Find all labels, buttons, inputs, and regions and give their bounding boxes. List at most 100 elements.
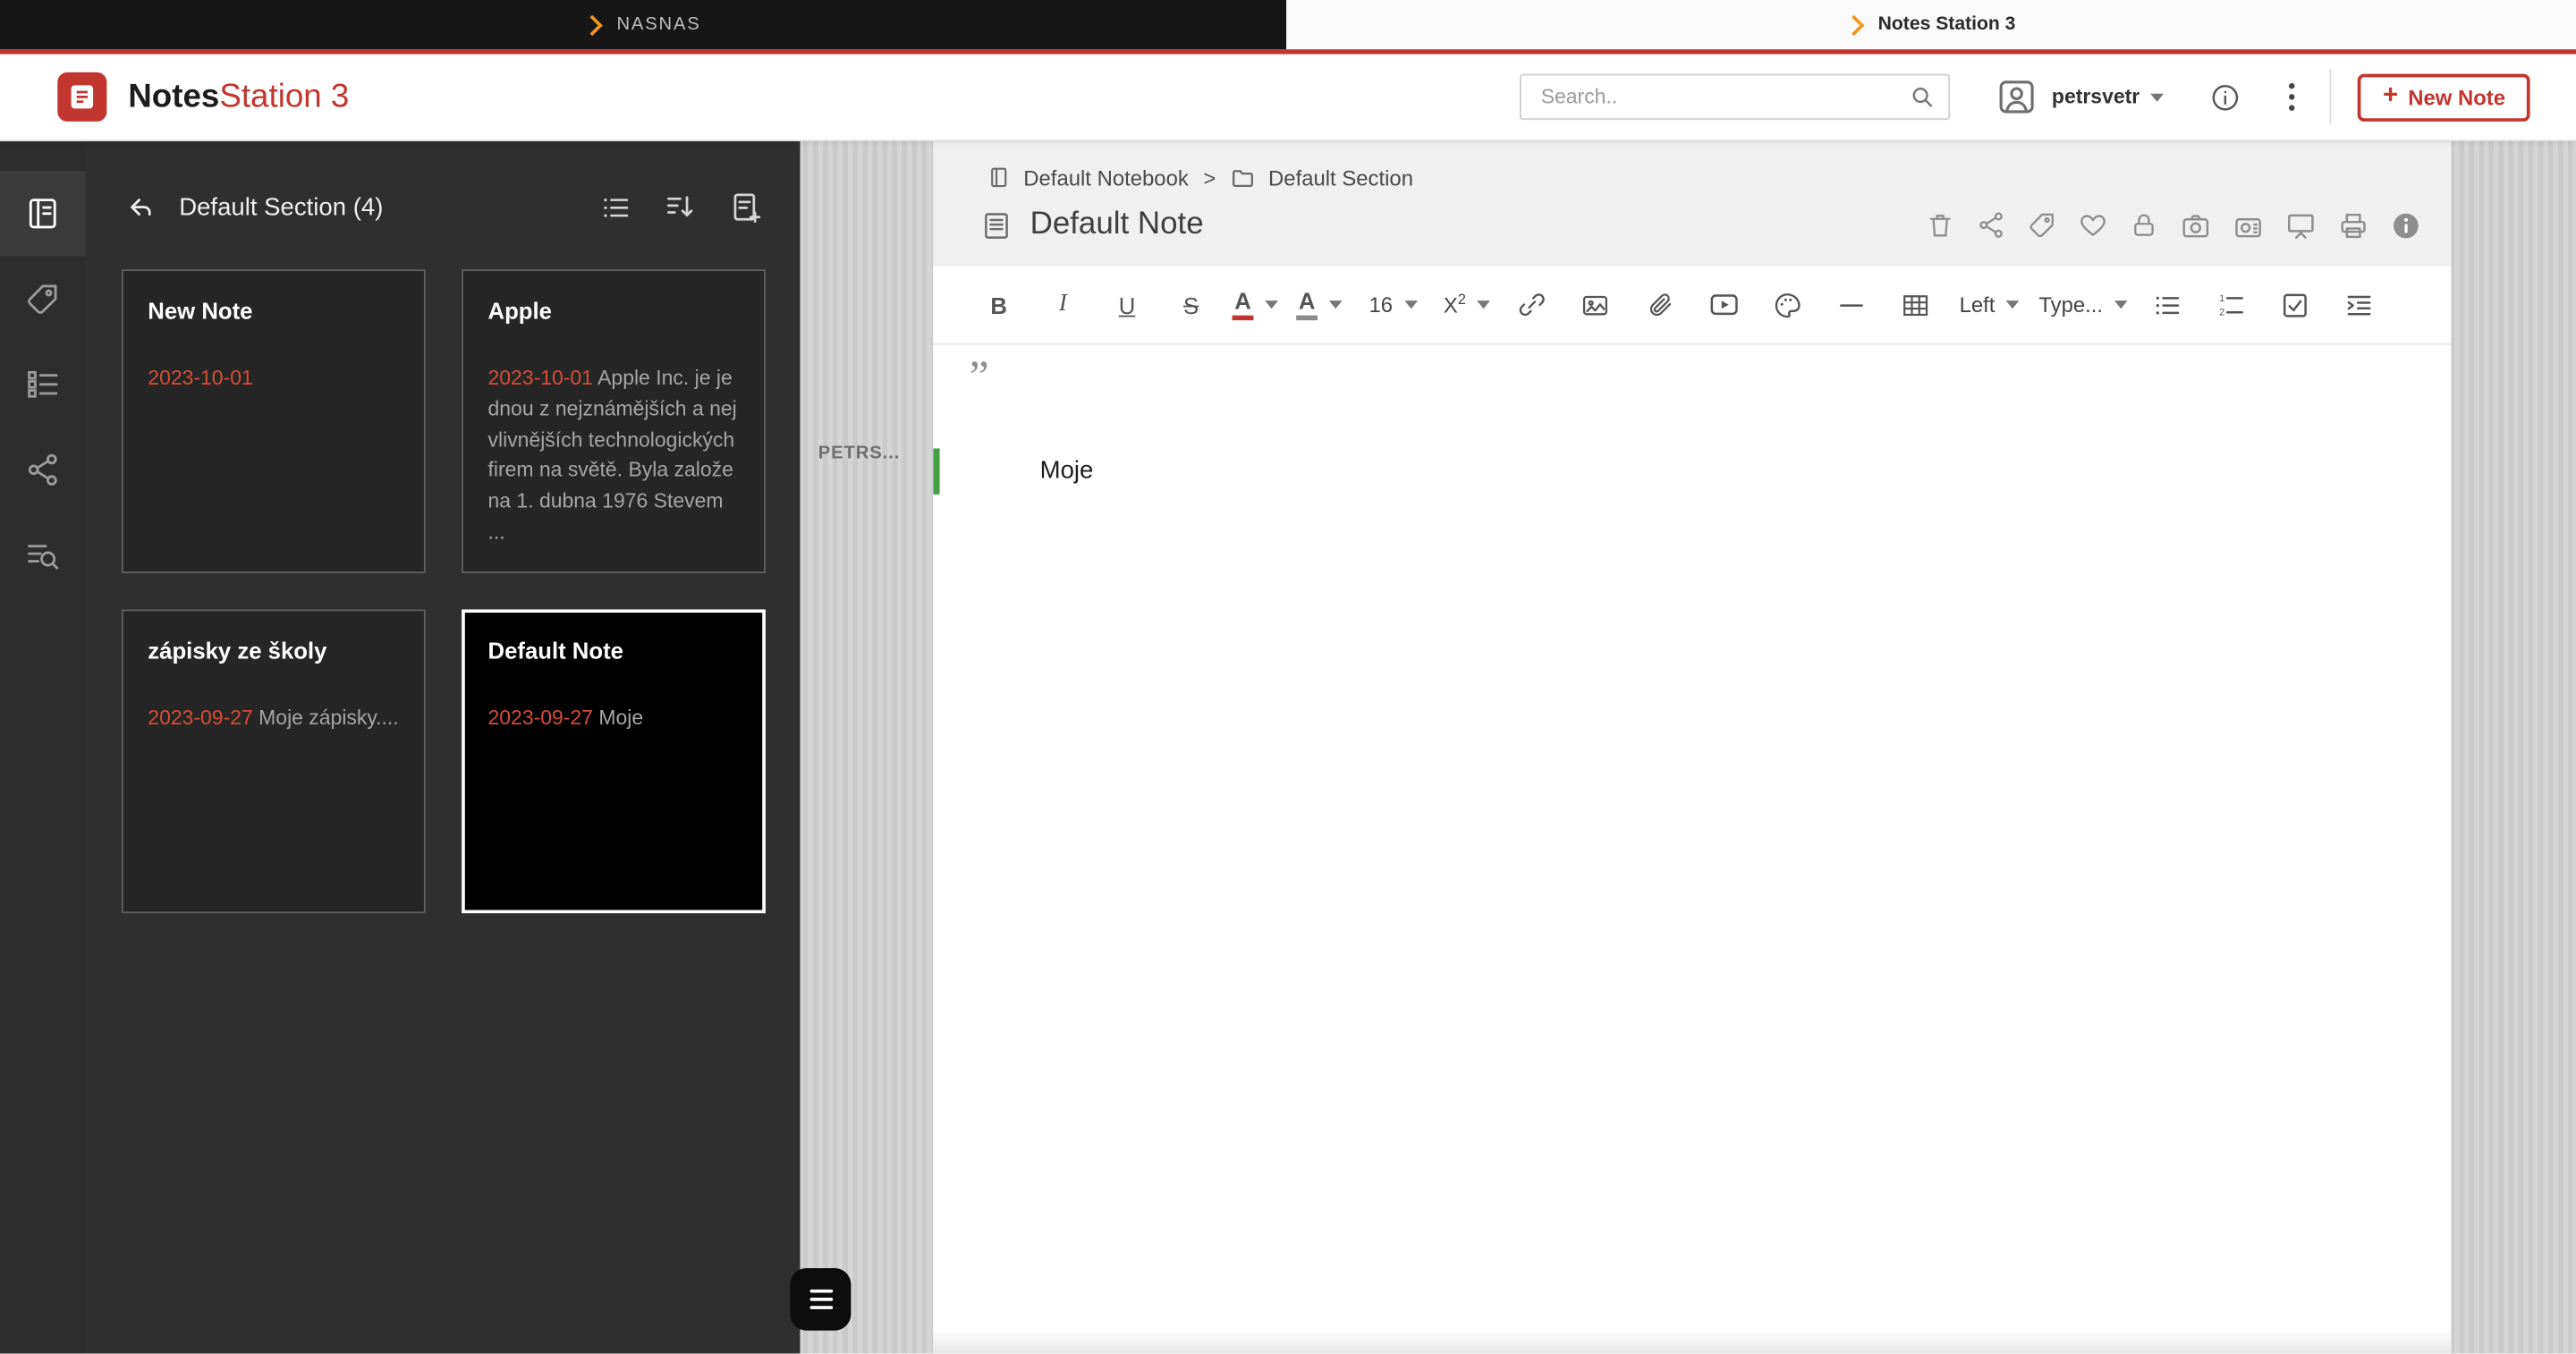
note-card-selected[interactable]: Default Note 2023-09-27 Moje [462,609,766,913]
strikethrough-button[interactable]: S [1166,280,1216,329]
hamburger-icon [809,1290,833,1293]
list-view-icon[interactable] [599,191,631,223]
notes-station-logo[interactable] [57,72,106,122]
bullet-list-button[interactable] [2142,280,2191,329]
youtube-button[interactable] [1699,280,1748,329]
more-options-button[interactable] [2288,80,2298,114]
sort-icon[interactable] [664,190,697,224]
chevron-down-icon [1478,300,1491,309]
palette-button[interactable] [1763,280,1812,329]
note-card-preview: Moje zápisky.... [258,707,399,730]
editor-header: Default Notebook > Default Section Defau… [933,141,2451,267]
blockquote-icon[interactable]: ” [970,355,989,400]
chevron-down-icon [2114,300,2128,309]
editor-canvas[interactable]: ” Moje [933,345,2451,1354]
note-title-row: Default Note [981,207,2422,242]
nav-shared-button[interactable] [0,427,86,513]
search-box[interactable] [1520,74,1950,120]
presentation-icon[interactable] [2285,209,2317,241]
horizontal-rule-button[interactable] [1826,280,1876,329]
bold-button[interactable]: B [974,280,1023,329]
breadcrumb-notebook[interactable]: Default Notebook [1023,165,1189,190]
note-card-meta: 2023-10-01 Apple Inc. je jednou z nejzná… [488,363,740,548]
note-card-meta: 2023-10-01 [148,363,399,394]
info-button[interactable] [2210,81,2241,113]
nav-notebooks-button[interactable] [0,171,86,257]
note-card-meta: 2023-09-27 Moje zápisky.... [148,703,399,733]
heart-icon[interactable] [2078,210,2107,240]
tab-label: Notes Station 3 [1878,15,2016,35]
align-dropdown[interactable]: Left [1955,280,2024,329]
chevron-down-icon [1328,300,1342,309]
superscript-dropdown[interactable]: X2 [1443,280,1492,329]
folder-icon [1231,165,1256,190]
browser-tab-nasnas[interactable]: NASNAS [0,0,1286,49]
font-color-button[interactable]: A [1231,280,1280,329]
note-card-title: New Note [148,297,399,323]
chevron-right-icon [582,14,603,35]
link-button[interactable] [1506,280,1555,329]
checklist-button[interactable] [2270,280,2319,329]
section-title: Default Section (4) [179,193,383,221]
svg-text:1: 1 [2219,292,2224,303]
delete-icon[interactable] [1926,210,1955,240]
panel-toolbar [599,190,764,224]
note-action-bar [1926,209,2422,241]
add-note-icon[interactable] [730,190,765,224]
chevron-right-icon [1843,14,1864,35]
note-card[interactable]: New Note 2023-10-01 [122,269,426,573]
note-content[interactable]: Moje [1040,457,1094,485]
note-card-meta: 2023-09-27 Moje [488,703,740,733]
indent-button[interactable] [2334,280,2384,329]
tab-label: NASNAS [616,15,700,35]
app-title-accent: Station 3 [219,78,349,114]
print-icon[interactable] [2338,209,2369,241]
kebab-menu-icon [2288,80,2298,114]
tag-icon[interactable] [2028,210,2057,240]
back-arrow-icon[interactable] [125,191,157,223]
font-size-dropdown[interactable]: 16 [1359,280,1428,329]
new-note-button[interactable]: + New Note [2358,73,2529,121]
chevron-down-icon [1404,300,1418,309]
note-logo-icon [65,80,98,114]
note-card-preview: Moje [598,707,643,730]
numbered-list-button[interactable]: 1 2 [2207,280,2256,329]
nav-tags-button[interactable] [0,257,86,343]
search-input[interactable] [1538,84,1909,110]
breadcrumb-section[interactable]: Default Section [1268,165,1413,190]
note-card[interactable]: zápisky ze školy 2023-09-27 Moje zápisky… [122,609,426,913]
new-note-label: New Note [2408,85,2505,110]
browser-tabbar: NASNAS Notes Station 3 [0,0,2576,49]
lock-icon[interactable] [2129,210,2158,240]
attachment-button[interactable] [1635,280,1684,329]
browser-tab-notes-station-3[interactable]: Notes Station 3 [1286,0,2576,49]
nav-todo-button[interactable] [0,342,86,427]
underline-button[interactable]: U [1102,280,1151,329]
avatar-icon [1996,77,2037,116]
note-card-grid: New Note 2023-10-01 Apple 2023-10-01 App… [122,269,764,913]
breadcrumb: Default Notebook > Default Section [987,161,2452,194]
smart-search-icon [25,537,61,573]
snapshot-icon[interactable] [2180,209,2211,241]
panel-toggle-handle[interactable] [790,1268,851,1331]
info-filled-icon[interactable] [2390,209,2421,241]
note-card[interactable]: Apple 2023-10-01 Apple Inc. je jednou z … [462,269,766,573]
notes-panel-header: Default Section (4) [125,181,764,233]
note-card-date: 2023-09-27 [488,707,593,730]
chevron-down-icon [2006,300,2020,309]
highlight-color-button[interactable]: A [1294,280,1343,329]
camera-settings-icon[interactable] [2233,209,2264,241]
share-icon[interactable] [1977,210,2006,240]
chevron-down-icon [1264,300,1277,309]
italic-button[interactable]: I [1038,280,1088,329]
note-icon [981,209,1013,241]
nav-smart-search-button[interactable] [0,512,86,598]
paragraph-type-dropdown[interactable]: Type... [2038,280,2127,329]
insert-table-button[interactable] [1891,280,1940,329]
insert-image-button[interactable] [1571,280,1620,329]
user-menu[interactable]: petrsvetr [1996,77,2164,116]
note-card-date: 2023-10-01 [148,367,252,390]
content-area: Default Section (4) [0,141,2576,1354]
collapsed-panel-label[interactable]: PETRS... [818,444,901,463]
search-icon[interactable] [1909,84,1935,110]
